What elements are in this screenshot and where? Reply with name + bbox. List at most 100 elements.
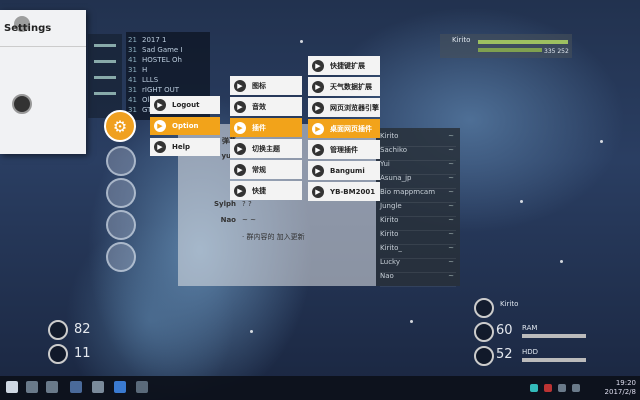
top-status-widget: Kirito 335 252	[440, 34, 572, 58]
user-name: Nao	[380, 272, 394, 280]
avatar-slot[interactable]	[106, 242, 136, 272]
strip-bar	[94, 92, 116, 95]
chat-author: Nao	[220, 216, 236, 224]
track-row[interactable]: 21 2017 1	[128, 36, 208, 46]
user-row[interactable]: Bio mappmcam ~	[380, 188, 456, 203]
user-name: Lucky	[380, 258, 401, 266]
menu-item[interactable]: ▶ 图标	[230, 76, 302, 95]
user-name: Kirito_	[380, 244, 402, 252]
user-icon	[474, 298, 494, 318]
volume-icon[interactable]	[572, 384, 580, 392]
chat-author: Sylph	[214, 200, 236, 208]
start-icon[interactable]	[6, 381, 18, 393]
track-row[interactable]: 31 Sad Game I	[128, 46, 208, 56]
menu-item-label: Logout	[172, 101, 200, 109]
avatar-slot[interactable]	[106, 210, 136, 240]
avatar-slot[interactable]	[106, 178, 136, 208]
track-number: 31	[128, 46, 137, 54]
avatar-slot[interactable]	[106, 146, 136, 176]
menu-item-label: 天气数据扩展	[330, 82, 372, 91]
gear-icon[interactable]: ⚙	[104, 110, 136, 142]
user-row[interactable]: Yui ~	[380, 160, 456, 175]
chat-line: Nao ~ ~	[182, 216, 256, 224]
user-name: Jungle	[380, 202, 402, 210]
user-row[interactable]: Lucky ~	[380, 258, 456, 273]
settings-title: Settings	[4, 23, 52, 34]
track-row[interactable]: 31 H	[128, 66, 208, 76]
settings-panel: Settings	[0, 10, 86, 154]
play-icon: ▶	[312, 59, 324, 72]
user-status: ~	[448, 174, 454, 182]
user-row[interactable]: Kirito_ ~	[380, 244, 456, 259]
play-icon: ▶	[312, 101, 324, 114]
user-list: Kirito ~ Sachiko ~ Yui ~ Asuna_jp ~ Bio mappmcam…	[376, 128, 460, 287]
app-icon[interactable]	[70, 381, 82, 393]
system-monitor-widget: Kirito 60 RAM 52 HDD	[468, 296, 592, 370]
track-title: 2017 1	[142, 36, 167, 44]
snowflake	[410, 320, 413, 323]
temp-gauge-icon	[48, 344, 68, 364]
top-widget-bar	[478, 48, 542, 52]
tray-icon[interactable]	[558, 384, 566, 392]
menu-item[interactable]: ▶ 插件	[230, 118, 302, 137]
user-status: ~	[448, 146, 454, 154]
user-row[interactable]: Kirito ~	[380, 132, 456, 147]
hdd-label: HDD	[522, 348, 539, 356]
taskbar-clock[interactable]: 19:20 2017/2/8	[605, 379, 636, 397]
menu-item[interactable]: ▶ 常规	[230, 160, 302, 179]
user-row[interactable]: Kirito ~	[380, 216, 456, 231]
tray-icon[interactable]	[530, 384, 538, 392]
strip-bar	[94, 76, 116, 79]
user-row[interactable]: Jungle ~	[380, 202, 456, 217]
3d-icon: ▶	[234, 79, 246, 92]
strip-bar	[94, 44, 116, 47]
snowflake	[300, 40, 303, 43]
menu-item[interactable]: ▶ Bangumi	[308, 161, 380, 180]
track-number: 31	[128, 66, 137, 74]
track-number: 21	[128, 36, 137, 44]
user-name: Kirito	[380, 216, 399, 224]
user-row[interactable]: Nao ~	[380, 272, 456, 287]
clock-time: 19:20	[615, 379, 636, 387]
track-row[interactable]: 31 rIGHT OUT	[128, 86, 208, 96]
user-status: ~	[448, 202, 454, 210]
menu-item[interactable]: ▶ 天气数据扩展	[308, 77, 380, 96]
app-icon[interactable]	[92, 381, 104, 393]
user-status: ~	[448, 258, 454, 266]
user-status: ~	[448, 216, 454, 224]
play-icon: ▶	[312, 164, 324, 177]
app-icon[interactable]	[114, 381, 126, 393]
menu-item-label: 快捷	[252, 186, 266, 195]
menu-item-label: Option	[172, 122, 199, 130]
search-icon[interactable]	[26, 381, 38, 393]
user-row[interactable]: Kirito ~	[380, 230, 456, 245]
menu-item[interactable]: ▶ 快捷	[230, 181, 302, 200]
menu-item[interactable]: ▶ Help	[150, 138, 220, 156]
menu-item[interactable]: ▶ YB-BM2001	[308, 182, 380, 201]
menu-item-label: 常规	[252, 165, 266, 174]
menu-item[interactable]: ▶ 网页浏览器引擎	[308, 98, 380, 117]
snowflake	[520, 200, 523, 203]
menu-item[interactable]: ▶ 切换主题	[230, 139, 302, 158]
menu-item-label: 快捷键扩展	[330, 61, 365, 70]
menu-item[interactable]: ▶ 快捷键扩展	[308, 56, 380, 75]
track-title: LLLS	[142, 76, 159, 84]
app-icon[interactable]	[136, 381, 148, 393]
menu-item[interactable]: ▶ Option	[150, 117, 220, 135]
menu-item[interactable]: ▶ 桌面网页插件	[308, 119, 380, 138]
user-row[interactable]: Sachiko ~	[380, 146, 456, 161]
track-row[interactable]: 41 HOSTEL Oh	[128, 56, 208, 66]
hdd-bar	[522, 358, 586, 362]
track-row[interactable]: 41 LLLS	[128, 76, 208, 86]
menu-item[interactable]: ▶ Logout	[150, 96, 220, 114]
user-status: ~	[448, 230, 454, 238]
user-row[interactable]: Asuna_jp ~	[380, 174, 456, 189]
tray-icon[interactable]	[544, 384, 552, 392]
menu-item[interactable]: ▶ 音效	[230, 97, 302, 116]
ram-gauge-icon	[474, 322, 494, 342]
taskview-icon[interactable]	[46, 381, 58, 393]
menu-item-label: 管理插件	[330, 145, 358, 154]
menu-item[interactable]: ▶ 管理插件	[308, 140, 380, 159]
settings-knob[interactable]	[12, 94, 32, 114]
divider	[0, 46, 86, 47]
